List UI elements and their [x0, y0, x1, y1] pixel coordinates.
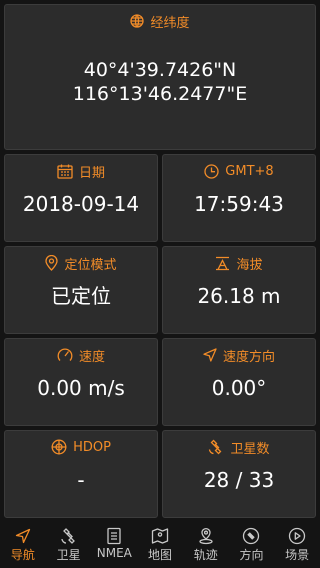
- crosshair-icon: [51, 439, 67, 455]
- nav-item-track[interactable]: 轨迹: [183, 523, 229, 568]
- nav-label: 方向: [239, 548, 264, 562]
- longitude-value: 116°13'46.2477"E: [72, 83, 248, 105]
- fix-mode-value: 已定位: [51, 284, 111, 308]
- hdop-header: HDOP: [5, 437, 157, 457]
- altitude-header: 海拔: [163, 253, 315, 273]
- time-header: GMT+8: [163, 161, 315, 181]
- navigation-arrow-icon: [14, 527, 32, 545]
- altitude-card: 海拔 26.18 m: [162, 246, 316, 334]
- fix-mode-header: 定位模式: [5, 253, 157, 273]
- nav-label: 导航: [10, 548, 35, 562]
- date-value: 2018-09-14: [22, 192, 140, 216]
- speed-card: 速度 0.00 m/s: [4, 338, 158, 426]
- bottom-navigation: 导航 卫星 NMEA 地图 轨迹 方向 场景: [0, 523, 320, 568]
- satellite-icon: [60, 527, 78, 545]
- fix-mode-card: 定位模式 已定位: [4, 246, 158, 334]
- direction-arrow-icon: [203, 348, 217, 362]
- satellites-card: 卫星数 28 / 33: [162, 430, 316, 518]
- latitude-value: 40°4'39.7426"N: [83, 59, 237, 81]
- time-card: GMT+8 17:59:43: [162, 154, 316, 242]
- mountain-icon: [215, 256, 230, 271]
- speed-header: 速度: [5, 345, 157, 365]
- play-icon: [288, 527, 306, 545]
- coordinates-header: 经纬度: [5, 11, 315, 31]
- satellites-title: 卫星数: [230, 441, 270, 457]
- time-title: GMT+8: [225, 163, 274, 179]
- heading-card: 速度方向 0.00°: [162, 338, 316, 426]
- nav-item-direction[interactable]: 方向: [229, 523, 275, 568]
- heading-value: 0.00°: [211, 376, 267, 400]
- date-card: 日期 2018-09-14: [4, 154, 158, 242]
- map-icon: [151, 527, 169, 545]
- document-icon: [105, 527, 123, 545]
- date-header: 日期: [5, 161, 157, 181]
- nav-label: 轨迹: [193, 548, 218, 562]
- globe-icon: [130, 14, 145, 28]
- nav-item-satellite[interactable]: 卫星: [46, 523, 92, 568]
- hdop-title: HDOP: [73, 439, 111, 455]
- location-pin-icon: [45, 255, 59, 271]
- fix-mode-title: 定位模式: [64, 257, 117, 273]
- hdop-card: HDOP -: [4, 430, 158, 518]
- coordinates-title: 经纬度: [150, 15, 190, 31]
- time-value: 17:59:43: [194, 192, 284, 216]
- nav-item-nmea[interactable]: NMEA: [91, 523, 137, 568]
- calendar-icon: [57, 164, 73, 179]
- satellites-header: 卫星数: [163, 437, 315, 457]
- speedometer-icon: [57, 347, 73, 363]
- hdop-value: -: [77, 468, 85, 492]
- gps-status-screen: 经纬度 40°4'39.7426"N 116°13'46.2477"E 日期 2…: [0, 0, 320, 568]
- altitude-title: 海拔: [236, 257, 263, 273]
- track-pin-icon: [197, 527, 215, 545]
- speed-value: 0.00 m/s: [37, 376, 125, 400]
- nav-label: NMEA: [96, 546, 132, 560]
- heading-header: 速度方向: [163, 345, 315, 365]
- nav-label: 卫星: [56, 548, 81, 562]
- nav-label: 场景: [285, 548, 310, 562]
- heading-title: 速度方向: [222, 349, 275, 365]
- nav-item-map[interactable]: 地图: [137, 523, 183, 568]
- altitude-value: 26.18 m: [197, 284, 281, 308]
- nav-item-navigation[interactable]: 导航: [0, 523, 46, 568]
- coordinates-card: 经纬度 40°4'39.7426"N 116°13'46.2477"E: [4, 4, 316, 150]
- speed-title: 速度: [78, 349, 105, 365]
- compass-icon: [242, 527, 260, 545]
- nav-item-scene[interactable]: 场景: [274, 523, 320, 568]
- nav-label: 地图: [148, 548, 173, 562]
- satellites-value: 28 / 33: [203, 468, 275, 492]
- satellite-icon: [208, 439, 224, 455]
- date-title: 日期: [78, 165, 105, 181]
- clock-icon: [204, 163, 219, 179]
